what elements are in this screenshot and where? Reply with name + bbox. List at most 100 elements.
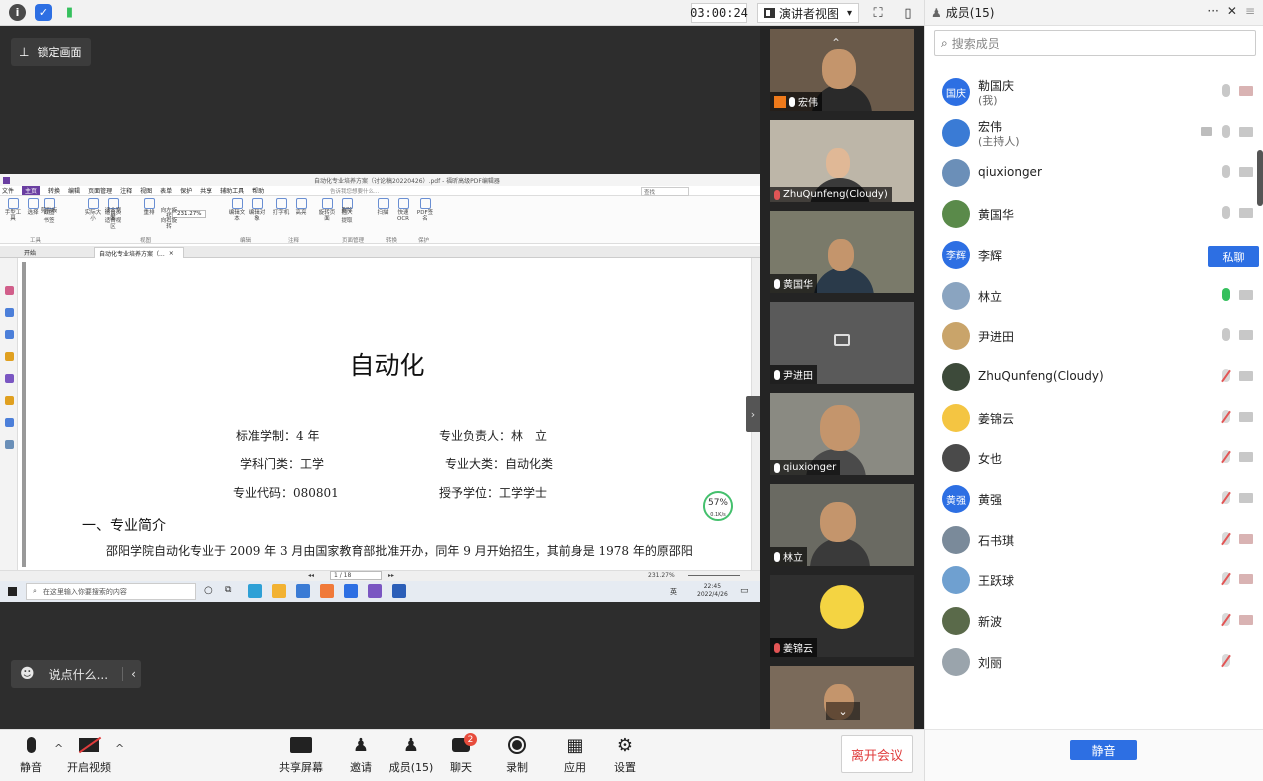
ribbon-button[interactable]: 书签 [40,218,58,224]
ribbon-button[interactable]: 高亮 [292,198,310,216]
foxit-icon[interactable] [368,584,382,598]
ribbon-button[interactable]: PDF签名 [416,198,434,222]
attachment-icon[interactable] [5,374,14,383]
ribbon-button[interactable]: 手型工具 [4,198,22,222]
cortana-icon[interactable]: ○ [204,585,213,596]
camera-icon[interactable] [1239,208,1253,219]
task-view-icon[interactable]: ⧉ [225,585,231,595]
mic-muted-icon[interactable] [1222,572,1230,586]
pdf-search-box[interactable]: 查找 [641,187,689,196]
ribbon-button[interactable]: 删除 [338,208,356,214]
member-row[interactable]: 黄国华 [925,194,1263,234]
ribbon-button[interactable]: 编辑对象 [248,198,266,222]
leave-meeting-button[interactable]: 离开会议 [841,735,913,773]
member-row[interactable]: 宏伟 (主持人) [925,113,1263,153]
video-tile[interactable]: 黄国华 [770,211,914,293]
chevron-left-icon[interactable]: ‹ [122,667,136,681]
private-chat-button[interactable]: 私聊 [1208,246,1259,267]
camera-icon[interactable] [1239,411,1253,422]
pdf-menu-item[interactable]: 页面管理 [88,186,112,195]
member-row[interactable]: 姜锦云 [925,398,1263,438]
chevron-up-icon[interactable]: ^ [115,742,124,755]
collapse-strip-button[interactable]: › [746,396,760,432]
microphone-icon[interactable] [1222,328,1230,342]
video-tile[interactable]: ZhuQunfeng(Cloudy) [770,120,914,202]
camera-icon[interactable] [1239,452,1253,463]
windows-start-icon[interactable] [8,587,17,596]
app-icon[interactable] [344,584,358,598]
members-button[interactable]: ♟ 成员(15) [386,734,436,775]
security-icon[interactable] [5,396,14,405]
camera-off-icon[interactable] [1239,86,1253,96]
ribbon-button[interactable]: 打字机 [272,198,290,216]
member-search-input[interactable]: ⌕ 搜索成员 [934,30,1256,56]
microphone-icon[interactable] [1222,287,1230,301]
pdf-tab-document[interactable]: 自动化专业培养方案（... × [94,247,184,258]
pdf-menu-item[interactable]: 视图 [140,186,152,195]
member-row[interactable]: qiuxionger [925,153,1263,193]
close-icon[interactable]: ✕ [1227,4,1237,18]
security-shield-icon[interactable]: ✓ [35,4,52,21]
mic-muted-icon[interactable] [1222,450,1230,464]
camera-off-icon[interactable] [1239,533,1253,544]
video-tile[interactable]: 宏伟 [770,29,914,111]
explorer-icon[interactable] [272,584,286,598]
ribbon-button[interactable]: 实际大小 [84,198,102,222]
pages-icon[interactable] [5,308,14,317]
camera-off-icon[interactable] [1239,615,1253,626]
settings-button[interactable]: ⚙ 设置 [600,734,650,775]
apps-button[interactable]: ▦ 应用 [550,734,600,775]
microphone-icon[interactable] [1222,84,1230,97]
info-icon[interactable]: i [9,4,26,21]
start-video-button[interactable]: 开启视频 [63,734,115,775]
edge-icon[interactable] [248,584,262,598]
share-screen-button[interactable]: 共享屏幕 [276,734,326,775]
microphone-icon[interactable] [1222,206,1230,220]
ribbon-button[interactable]: 剪贴板 [40,208,58,214]
ribbon-button[interactable]: 扫描 [374,198,392,216]
camera-icon[interactable] [1239,167,1253,178]
invite-button[interactable]: ♟ 邀请 [336,734,386,775]
member-row[interactable]: 新波 [925,601,1263,641]
panel-scrollbar[interactable] [1257,150,1263,206]
mic-muted-icon[interactable] [1222,531,1230,545]
chevron-up-icon[interactable]: ^ [54,742,63,755]
bookmark-icon[interactable] [5,286,14,295]
mic-muted-icon[interactable] [1222,409,1230,423]
member-row[interactable]: 尹进田 [925,316,1263,356]
video-tile[interactable]: qiuxionger [770,393,914,475]
zoom-slider[interactable] [688,575,740,576]
menu-icon[interactable]: ≡ [1245,4,1255,18]
panel-toggle-icon[interactable]: ▯ [899,4,917,22]
app-icon[interactable] [296,584,310,598]
lock-screen-button[interactable]: ⊥ 锁定画面 [11,38,91,66]
video-tile[interactable]: 姜锦云 [770,575,914,657]
pdf-menu-item[interactable]: 辅助工具 [220,186,244,195]
member-row[interactable]: 石书琪 [925,520,1263,560]
pdf-menu-item[interactable]: 表单 [160,186,172,195]
ime-indicator[interactable]: 英 [670,587,677,597]
ribbon-button[interactable]: 向右旋转 [160,218,178,230]
pdf-menu-item[interactable]: 转换 [48,186,60,195]
record-button[interactable]: 录制 [492,734,542,775]
mic-muted-icon[interactable] [1222,491,1230,504]
ribbon-button[interactable]: 重排 [140,198,158,216]
app-icon[interactable] [320,584,334,598]
pdf-menu-item[interactable]: 帮助 [252,186,264,195]
member-row[interactable]: 国庆 勒国庆 (我) [925,72,1263,112]
ribbon-button[interactable]: 适合视区 [104,218,122,230]
camera-off-icon[interactable] [1239,574,1253,585]
pdf-menu-item[interactable]: 文件 [2,186,14,195]
chevron-down-icon[interactable]: ⌄ [826,702,860,720]
member-row[interactable]: 王跃球 [925,560,1263,600]
emoji-icon[interactable]: ☻ [20,666,35,682]
member-row[interactable]: ZhuQunfeng(Cloudy) [925,357,1263,397]
notification-icon[interactable]: ▭ [740,586,749,596]
tools-icon[interactable] [5,440,14,449]
video-tile[interactable]: 尹进田 [770,302,914,384]
pdf-menu-item[interactable]: 编辑 [68,186,80,195]
microphone-icon[interactable] [1222,165,1230,179]
more-icon[interactable]: ··· [1207,4,1218,18]
camera-icon[interactable] [1239,330,1253,341]
ribbon-button[interactable]: 编辑文本 [228,198,246,222]
